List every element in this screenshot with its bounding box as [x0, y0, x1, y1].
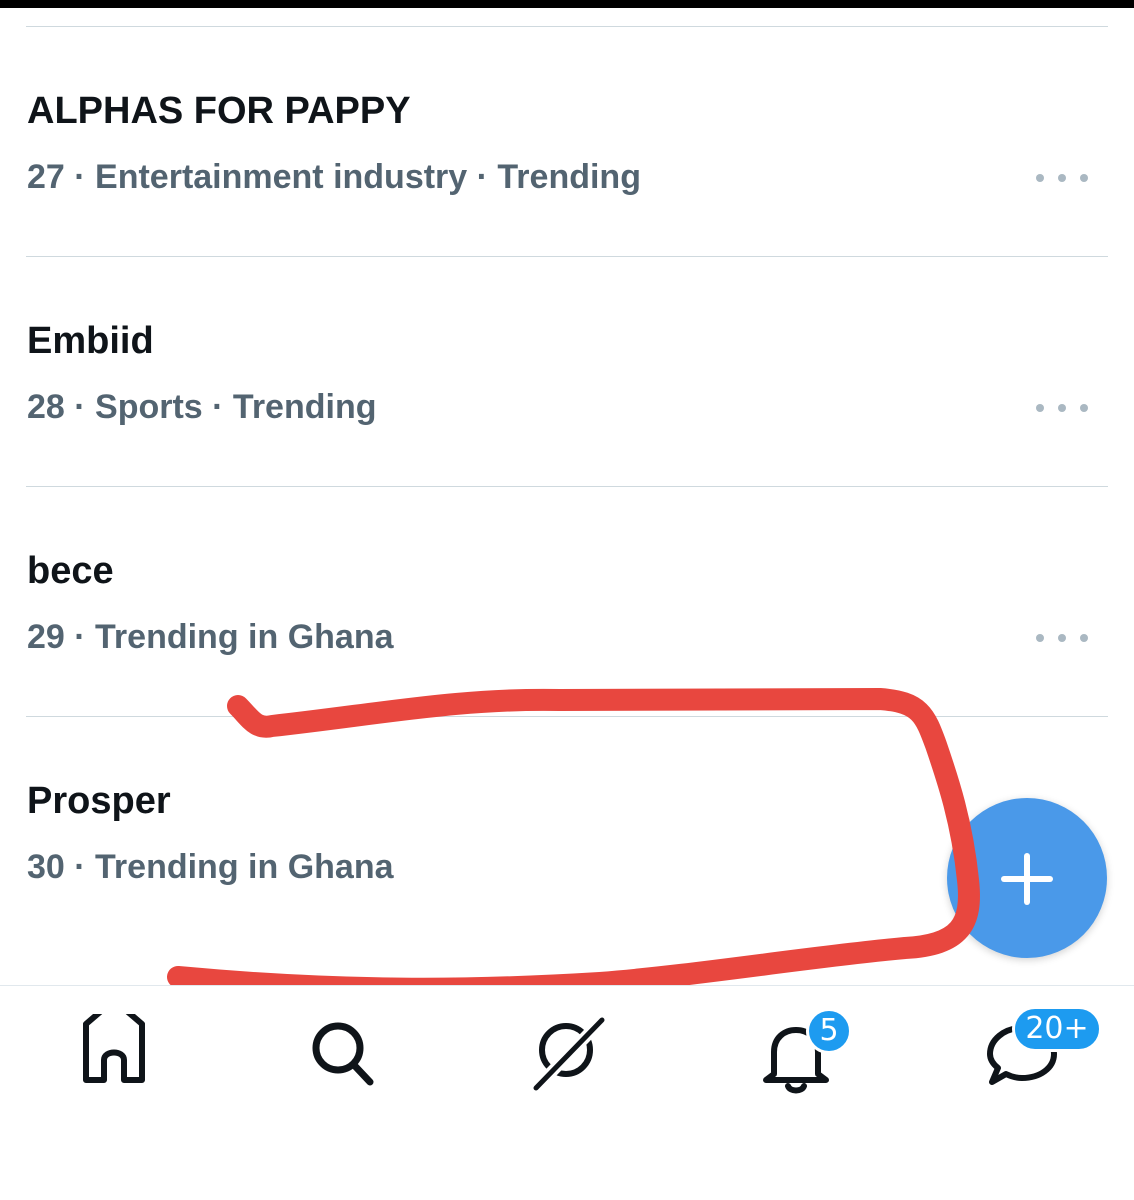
bottom-navigation-bar: 5 20+ — [0, 986, 1134, 1200]
nav-messages-button[interactable]: 20+ — [982, 1006, 1102, 1094]
trend-meta: 29 · Trending in Ghana — [27, 618, 394, 656]
more-options-icon[interactable] — [1036, 164, 1088, 192]
top-edge-bar — [0, 0, 1134, 8]
nav-home-button[interactable] — [74, 997, 154, 1094]
messages-count-badge: 20+ — [1012, 1006, 1102, 1052]
trend-meta: 30 · Trending in Ghana — [27, 848, 394, 886]
notification-count-badge: 5 — [806, 1008, 852, 1054]
trend-title: Embiid — [27, 320, 154, 362]
trend-title: bece — [27, 550, 114, 592]
plus-icon — [1001, 853, 1053, 905]
trend-meta: 27 · Entertainment industry · Trending — [27, 158, 641, 196]
more-options-icon[interactable] — [1036, 624, 1088, 652]
trend-item-bece[interactable]: bece 29 · Trending in Ghana — [0, 487, 1134, 715]
explore-trending-screen: ALPHAS FOR PAPPY 27 · Entertainment indu… — [0, 0, 1134, 1200]
trend-item-embiid[interactable]: Embiid 28 · Sports · Trending — [0, 257, 1134, 485]
trend-title: ALPHAS FOR PAPPY — [27, 90, 411, 132]
trend-title: Prosper — [27, 780, 171, 822]
search-icon — [312, 1022, 374, 1086]
trend-meta: 28 · Sports · Trending — [27, 388, 377, 426]
nav-search-button[interactable] — [302, 1014, 382, 1094]
more-options-icon[interactable] — [1036, 394, 1088, 422]
trend-item-alphas-for-pappy[interactable]: ALPHAS FOR PAPPY 27 · Entertainment indu… — [0, 27, 1134, 255]
grok-icon — [531, 1015, 607, 1093]
nav-grok-button[interactable] — [528, 1014, 608, 1094]
compose-post-button[interactable] — [947, 798, 1107, 958]
nav-notifications-button[interactable]: 5 — [756, 1008, 852, 1094]
home-icon — [83, 997, 145, 1083]
